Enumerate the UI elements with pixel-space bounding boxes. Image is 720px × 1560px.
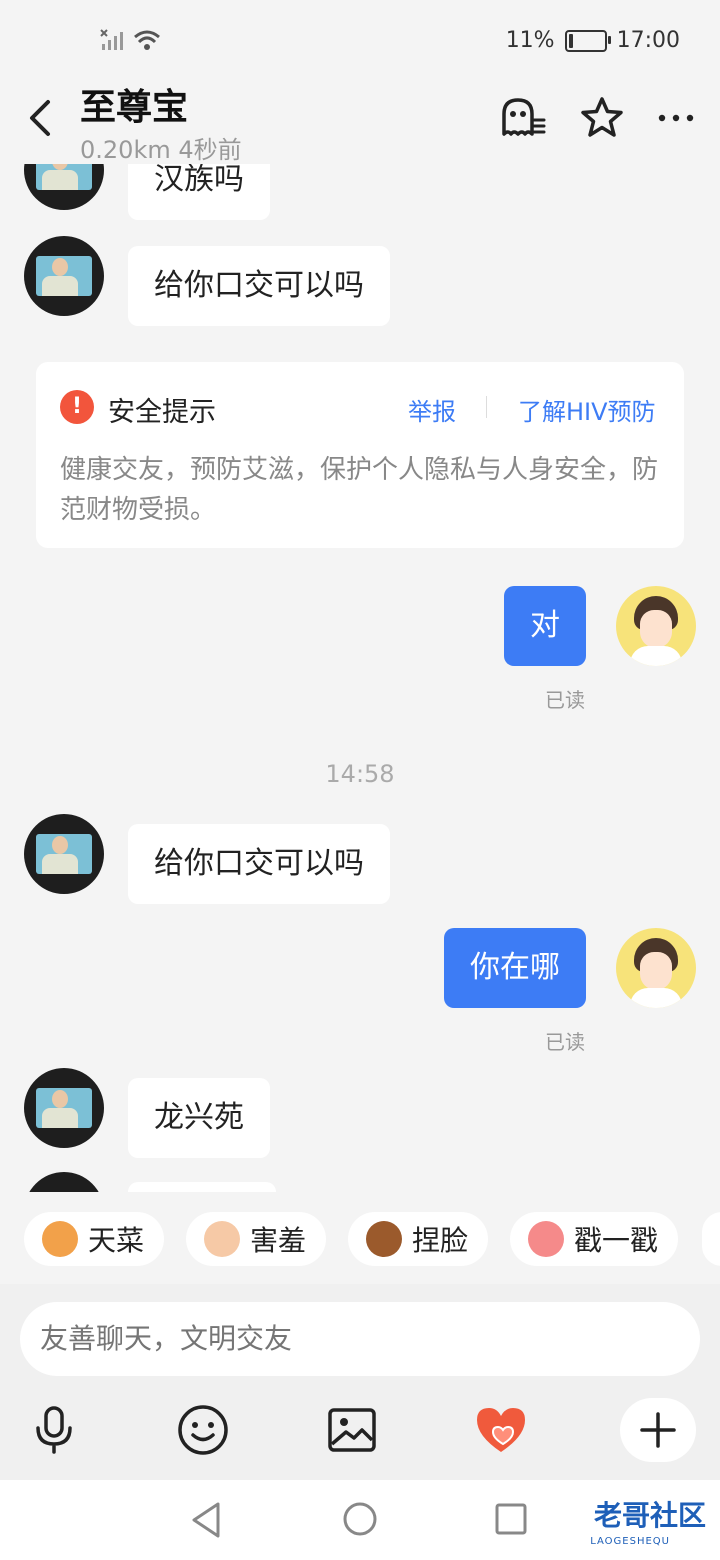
message-bubble-incoming[interactable]: 给你口交可以吗 bbox=[128, 824, 390, 904]
safety-title: 安全提示 bbox=[108, 397, 216, 428]
emoji-icon[interactable] bbox=[175, 1402, 231, 1458]
system-nav-bar: 老哥社区 LAOGESHEQU bbox=[0, 1480, 720, 1560]
message-list[interactable]: 汉族吗 给你口交可以吗 ! 安全提示 举报 了解HIV预防 健康交友，预防艾滋，… bbox=[0, 164, 720, 1192]
contact-avatar[interactable] bbox=[24, 236, 104, 316]
message-bubble-incoming-partial[interactable] bbox=[128, 1182, 276, 1192]
message-bubble-incoming[interactable]: 汉族吗 bbox=[128, 164, 270, 220]
chip-label: 天菜 bbox=[88, 1224, 145, 1257]
corgi-emoji-icon bbox=[42, 1221, 78, 1257]
plus-icon bbox=[640, 1412, 676, 1448]
watermark-logo: 老哥社区 bbox=[593, 1499, 706, 1532]
ghost-mode-icon[interactable] bbox=[498, 94, 546, 142]
message-input[interactable] bbox=[20, 1302, 700, 1376]
signal-icon bbox=[100, 29, 123, 50]
safety-notice-card: ! 安全提示 举报 了解HIV预防 健康交友，预防艾滋，保护个人隐私与人身安全，… bbox=[36, 362, 684, 548]
heart-gift-icon[interactable] bbox=[473, 1402, 529, 1458]
microphone-icon[interactable] bbox=[26, 1402, 82, 1458]
message-timestamp: 14:58 bbox=[325, 760, 395, 788]
more-options-icon[interactable] bbox=[652, 94, 700, 142]
nav-back-icon[interactable] bbox=[188, 1500, 224, 1540]
message-bubble-outgoing[interactable]: 对 bbox=[504, 586, 586, 666]
chip-more[interactable] bbox=[702, 1212, 720, 1266]
my-avatar[interactable] bbox=[616, 586, 696, 666]
my-avatar[interactable] bbox=[616, 928, 696, 1008]
contact-distance-time: 0.20km 4秒前 bbox=[80, 136, 242, 164]
read-receipt: 已读 bbox=[545, 1030, 585, 1054]
link-divider bbox=[486, 396, 487, 418]
quick-reaction-bar: 天菜 害羞 捏脸 戳一戳 bbox=[0, 1212, 720, 1276]
contact-avatar[interactable] bbox=[24, 1068, 104, 1148]
chip-label: 害羞 bbox=[250, 1224, 307, 1257]
message-bubble-incoming[interactable]: 龙兴苑 bbox=[128, 1078, 270, 1158]
hiv-prevention-link[interactable]: 了解HIV预防 bbox=[518, 392, 656, 427]
battery-percent: 11% bbox=[505, 28, 555, 53]
status-icons-left bbox=[100, 28, 162, 52]
report-link[interactable]: 举报 bbox=[408, 392, 456, 427]
chip-label: 捏脸 bbox=[412, 1224, 469, 1257]
image-icon[interactable] bbox=[324, 1402, 380, 1458]
battery-icon bbox=[564, 29, 611, 52]
read-receipt: 已读 bbox=[545, 688, 585, 712]
chip-shy[interactable]: 害羞 bbox=[186, 1212, 327, 1266]
chip-tiancai[interactable]: 天菜 bbox=[24, 1212, 165, 1266]
contact-avatar[interactable] bbox=[24, 814, 104, 894]
message-bubble-incoming[interactable]: 给你口交可以吗 bbox=[128, 246, 390, 326]
status-bar: 11% 17:00 bbox=[0, 0, 720, 84]
favorite-star-icon[interactable] bbox=[578, 94, 626, 142]
chip-poke[interactable]: 戳一戳 bbox=[510, 1212, 679, 1266]
chip-label: 戳一戳 bbox=[574, 1224, 659, 1257]
more-actions-button[interactable] bbox=[620, 1398, 696, 1462]
contact-avatar[interactable] bbox=[24, 1172, 104, 1192]
warning-icon: ! bbox=[60, 390, 94, 424]
contact-avatar[interactable] bbox=[24, 164, 104, 210]
message-bubble-outgoing[interactable]: 你在哪 bbox=[444, 928, 586, 1008]
chat-header: 至尊宝 0.20km 4秒前 bbox=[0, 78, 720, 164]
bear-emoji-icon bbox=[366, 1221, 402, 1257]
composer bbox=[0, 1284, 720, 1480]
nav-home-icon[interactable] bbox=[341, 1500, 379, 1538]
safety-body-text: 健康交友，预防艾滋，保护个人隐私与人身安全，防范财物受损。 bbox=[60, 455, 659, 525]
watermark-sub: LAOGESHEQU bbox=[590, 1536, 670, 1547]
status-icons-right: 11% 17:00 bbox=[506, 28, 680, 53]
shy-emoji-icon bbox=[204, 1221, 240, 1257]
contact-name: 至尊宝 bbox=[80, 87, 189, 128]
back-arrow-icon[interactable] bbox=[22, 96, 58, 140]
nav-recents-icon[interactable] bbox=[494, 1502, 528, 1536]
clock: 17:00 bbox=[616, 28, 680, 53]
peach-emoji-icon bbox=[528, 1221, 564, 1257]
wifi-icon bbox=[134, 30, 160, 50]
chip-pinch-face[interactable]: 捏脸 bbox=[348, 1212, 489, 1266]
